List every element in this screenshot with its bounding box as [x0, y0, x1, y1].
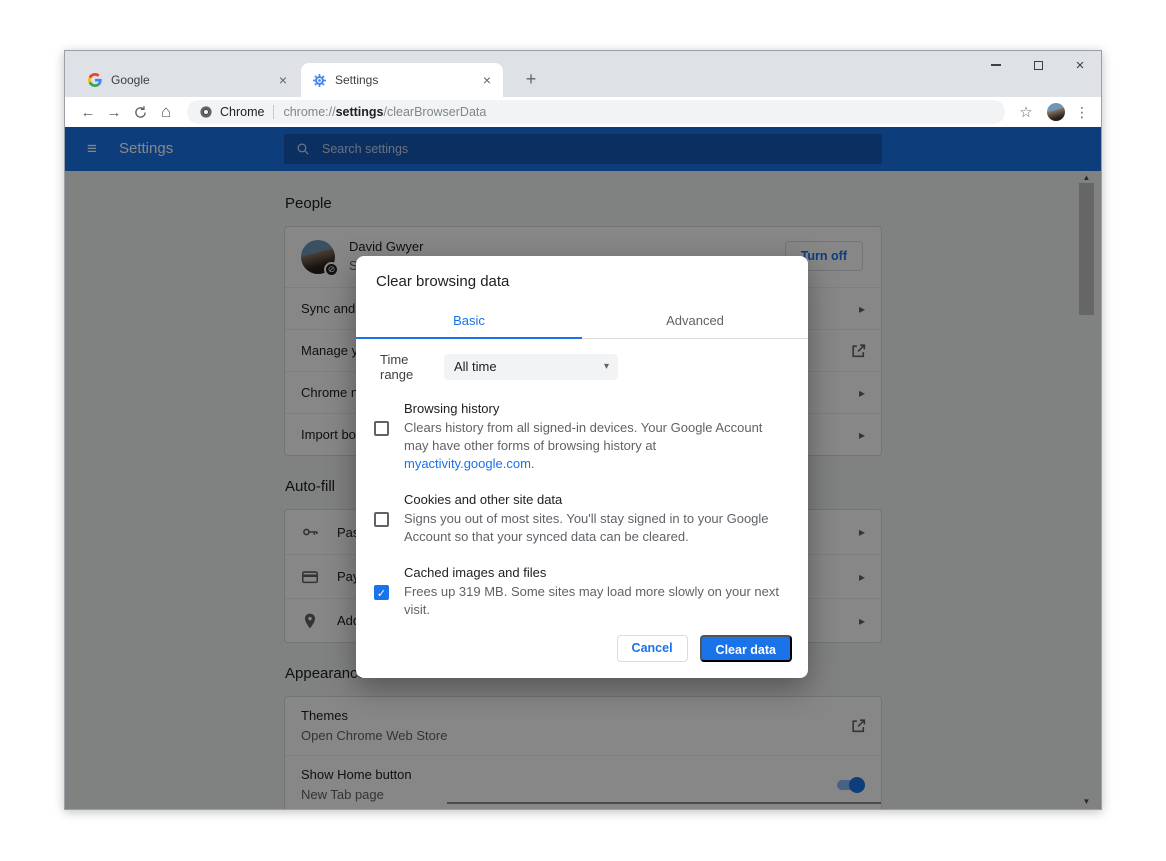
- cached-images-checkbox[interactable]: ✓: [374, 585, 389, 600]
- browser-window: Google × Settings: [64, 50, 1102, 810]
- time-range-select[interactable]: All time ▾: [444, 354, 618, 380]
- tab-title: Google: [111, 73, 275, 87]
- bookmark-star-icon[interactable]: ☆: [1013, 103, 1039, 121]
- checkbox-row-browsing-history: ✓ Browsing history Clears history from a…: [374, 401, 792, 473]
- dialog-tabs: Basic Advanced: [356, 306, 808, 339]
- tab-close-icon[interactable]: ×: [479, 72, 495, 88]
- clear-data-button[interactable]: Clear data: [700, 635, 792, 662]
- item-title: Cached images and files: [404, 565, 788, 580]
- dialog-footer: Cancel Clear data: [617, 635, 792, 662]
- google-favicon-icon: [87, 72, 103, 88]
- clear-browsing-data-dialog: Clear browsing data Basic Advanced Time …: [356, 256, 808, 678]
- window-controls: ×: [975, 51, 1101, 81]
- time-range-label: Time range: [380, 352, 444, 382]
- cookies-checkbox[interactable]: ✓: [374, 512, 389, 527]
- dialog-body: Time range All time ▾ ✓ Browsing history…: [356, 352, 808, 619]
- time-range-value: All time: [454, 359, 497, 374]
- item-description: Clears history from all signed-in device…: [404, 419, 788, 473]
- home-button[interactable]: ⌂: [153, 102, 179, 122]
- minimize-button[interactable]: [975, 51, 1017, 79]
- checkbox-row-cookies: ✓ Cookies and other site data Signs you …: [374, 492, 792, 546]
- cancel-button[interactable]: Cancel: [617, 635, 688, 662]
- reload-button[interactable]: [127, 105, 153, 120]
- tab-strip: Google × Settings: [65, 51, 1101, 97]
- checkbox-row-cached-images: ✓ Cached images and files Frees up 319 M…: [374, 565, 792, 619]
- item-description: Frees up 319 MB. Some sites may load mor…: [404, 583, 788, 619]
- caret-down-icon: ▾: [604, 354, 609, 380]
- forward-button[interactable]: →: [101, 104, 127, 121]
- chrome-site-icon: [199, 105, 213, 119]
- item-text: Cached images and files Frees up 319 MB.…: [404, 565, 792, 619]
- tab-title: Settings: [335, 73, 479, 87]
- settings-gear-favicon-icon: [311, 72, 327, 88]
- browser-toolbar: ← → ⌂ Chrome chrome://settings/clear: [65, 97, 1101, 127]
- tab-google[interactable]: Google ×: [77, 63, 299, 97]
- item-title: Browsing history: [404, 401, 788, 416]
- omnibox[interactable]: Chrome chrome://settings/clearBrowserDat…: [187, 100, 1005, 124]
- desktop: Google × Settings: [0, 0, 1166, 861]
- tab-settings[interactable]: Settings ×: [301, 63, 503, 97]
- profile-avatar[interactable]: [1047, 103, 1065, 121]
- back-button[interactable]: ←: [75, 104, 101, 121]
- close-icon: ×: [1076, 58, 1085, 73]
- url-text: chrome://settings/clearBrowserData: [283, 105, 486, 119]
- browsing-history-checkbox[interactable]: ✓: [374, 421, 389, 436]
- tab-close-icon[interactable]: ×: [275, 72, 291, 88]
- myactivity-link[interactable]: myactivity.google.com: [404, 456, 531, 471]
- maximize-button[interactable]: [1017, 51, 1059, 79]
- time-range-row: Time range All time ▾: [380, 352, 792, 382]
- tab-advanced[interactable]: Advanced: [582, 306, 808, 338]
- maximize-icon: [1034, 61, 1043, 70]
- toolbar-right: ☆ ⋮: [1013, 103, 1091, 121]
- tab-basic[interactable]: Basic: [356, 306, 582, 338]
- item-text: Browsing history Clears history from all…: [404, 401, 792, 473]
- new-tab-button[interactable]: +: [517, 65, 545, 93]
- site-label: Chrome: [220, 105, 264, 119]
- item-description: Signs you out of most sites. You'll stay…: [404, 510, 788, 546]
- omnibox-divider: [273, 105, 274, 119]
- menu-dots-icon[interactable]: ⋮: [1073, 104, 1091, 121]
- item-text: Cookies and other site data Signs you ou…: [404, 492, 792, 546]
- dialog-title: Clear browsing data: [356, 256, 808, 290]
- item-title: Cookies and other site data: [404, 492, 788, 507]
- close-button[interactable]: ×: [1059, 51, 1101, 79]
- minimize-icon: [991, 64, 1001, 66]
